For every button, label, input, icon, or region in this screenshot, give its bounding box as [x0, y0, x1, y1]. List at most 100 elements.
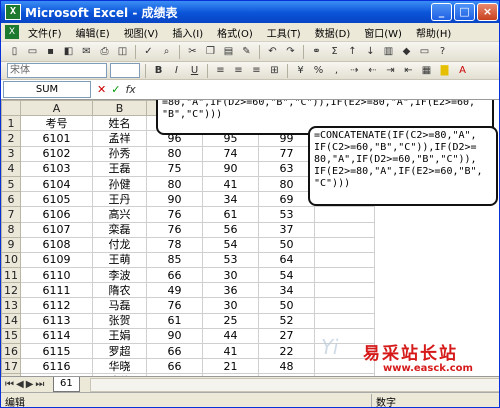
cell-id[interactable]: 6105	[20, 191, 93, 208]
zoom-icon[interactable]: ▭	[417, 45, 432, 59]
outdent-icon[interactable]: ⇤	[401, 64, 416, 78]
cell-score-d[interactable]: 61	[202, 206, 259, 223]
cell-name[interactable]: 马磊	[92, 297, 147, 314]
align-left-icon[interactable]: ≡	[213, 64, 228, 78]
close-button[interactable]: ×	[477, 3, 498, 21]
hyperlink-icon[interactable]: ⚭	[309, 45, 324, 59]
decrease-decimal-icon[interactable]: ⇠	[365, 64, 380, 78]
cell-id[interactable]: 6106	[20, 206, 93, 223]
cell-f[interactable]	[314, 267, 375, 284]
column-header[interactable]: B	[92, 100, 147, 117]
cell-name[interactable]: 孙秀	[92, 145, 147, 162]
cell-score-e[interactable]: 52	[258, 312, 315, 329]
row-header[interactable]: 4	[1, 160, 21, 177]
next-sheet-icon[interactable]: ▶	[26, 379, 34, 390]
row-header[interactable]: 7	[1, 206, 21, 223]
font-size-box[interactable]	[110, 63, 140, 78]
percent-icon[interactable]: %	[311, 64, 326, 78]
underline-icon[interactable]: U	[187, 64, 202, 78]
cell-score-d[interactable]: 90	[202, 160, 259, 177]
cell-f[interactable]	[314, 342, 375, 360]
cell-score-c[interactable]: 78	[146, 236, 203, 253]
help-icon[interactable]: ?	[435, 45, 450, 59]
research-icon[interactable]: ⌕	[159, 45, 174, 59]
cell-score-e[interactable]: 80	[258, 175, 315, 193]
cell-score-e[interactable]: 64	[258, 251, 315, 269]
permission-icon[interactable]: ◧	[61, 45, 76, 59]
cell-id[interactable]: 6103	[20, 160, 93, 177]
cell-id[interactable]: 6102	[20, 145, 93, 162]
email-icon[interactable]: ✉	[79, 45, 94, 59]
open-icon[interactable]: ▭	[25, 45, 40, 59]
workbook-icon[interactable]: X	[5, 25, 19, 39]
menu-insert[interactable]: 插入(I)	[165, 25, 210, 40]
italic-icon[interactable]: I	[169, 64, 184, 78]
cell-score-d[interactable]: 53	[202, 251, 259, 269]
row-header[interactable]: 12	[1, 282, 21, 299]
cell-f[interactable]	[314, 312, 375, 329]
cell-score-e[interactable]: 48	[258, 358, 315, 375]
menu-help[interactable]: 帮助(H)	[409, 25, 458, 40]
cell-id[interactable]: 6112	[20, 297, 93, 314]
maximize-button[interactable]: □	[454, 3, 475, 21]
increase-decimal-icon[interactable]: ⇢	[347, 64, 362, 78]
cell-id[interactable]: 6101	[20, 130, 93, 147]
merge-center-icon[interactable]: ⊞	[267, 64, 282, 78]
print-preview-icon[interactable]: ◫	[115, 45, 130, 59]
cell-score-c[interactable]: 90	[146, 327, 203, 345]
cell-id[interactable]: 6114	[20, 327, 93, 345]
cell-score-e[interactable]: 50	[258, 297, 315, 314]
align-center-icon[interactable]: ≡	[231, 64, 246, 78]
cell-score-c[interactable]: 66	[146, 267, 203, 284]
cell-name[interactable]: 李波	[92, 267, 147, 284]
cancel-icon[interactable]: ✕	[97, 83, 106, 96]
last-sheet-icon[interactable]: ⏭	[35, 379, 44, 390]
cell-name[interactable]: 华晓	[92, 358, 147, 375]
cell-name[interactable]: 王丹	[92, 191, 147, 208]
cell-id[interactable]: 6108	[20, 236, 93, 253]
currency-icon[interactable]: ¥	[293, 64, 308, 78]
cell-id[interactable]: 6115	[20, 342, 93, 360]
cell-score-c[interactable]: 75	[146, 160, 203, 177]
paste-icon[interactable]: ▤	[221, 45, 236, 59]
cell-score-d[interactable]: 41	[202, 342, 259, 360]
cell-name[interactable]: 王娟	[92, 327, 147, 345]
cell-name[interactable]: 高兴	[92, 206, 147, 223]
row-header[interactable]: 17	[1, 358, 21, 375]
cell-score-c[interactable]: 66	[146, 342, 203, 360]
cell-f[interactable]	[314, 327, 375, 345]
bold-icon[interactable]: B	[151, 64, 166, 78]
redo-icon[interactable]: ↷	[283, 45, 298, 59]
cell-score-c[interactable]: 76	[146, 206, 203, 223]
row-header[interactable]: 16	[1, 342, 21, 360]
cell-score-e[interactable]: 22	[258, 342, 315, 360]
cell-score-c[interactable]: 76	[146, 297, 203, 314]
cut-icon[interactable]: ✂	[185, 45, 200, 59]
cell-score-e[interactable]: 27	[258, 327, 315, 345]
cell-score-e[interactable]: 37	[258, 221, 315, 238]
menu-format[interactable]: 格式(O)	[210, 25, 260, 40]
font-color-icon[interactable]: A	[455, 64, 470, 78]
row-header[interactable]: 8	[1, 221, 21, 238]
row-header[interactable]: 13	[1, 297, 21, 314]
sort-ascending-icon[interactable]: ↑	[345, 45, 360, 59]
row-header[interactable]: 3	[1, 145, 21, 162]
row-header[interactable]: 6	[1, 191, 21, 208]
cell-score-e[interactable]: 34	[258, 282, 315, 299]
sort-descending-icon[interactable]: ↓	[363, 45, 378, 59]
cell-f[interactable]	[314, 206, 375, 223]
menu-data[interactable]: 数据(D)	[308, 25, 358, 40]
cell-score-e[interactable]: 53	[258, 206, 315, 223]
insert-function-icon[interactable]: fx	[125, 83, 135, 96]
cell-name[interactable]: 王磊	[92, 160, 147, 177]
menu-file[interactable]: 文件(F)	[21, 25, 69, 40]
cell-score-c[interactable]: 85	[146, 251, 203, 269]
cell-score-d[interactable]: 21	[202, 358, 259, 375]
cell-score-e[interactable]: 50	[258, 236, 315, 253]
row-header[interactable]: 15	[1, 327, 21, 345]
cell-score-d[interactable]: 30	[202, 267, 259, 284]
cell-name[interactable]: 王萌	[92, 251, 147, 269]
comma-icon[interactable]: ,	[329, 64, 344, 78]
name-box[interactable]: SUM	[3, 81, 91, 98]
horizontal-scrollbar[interactable]	[89, 377, 499, 392]
